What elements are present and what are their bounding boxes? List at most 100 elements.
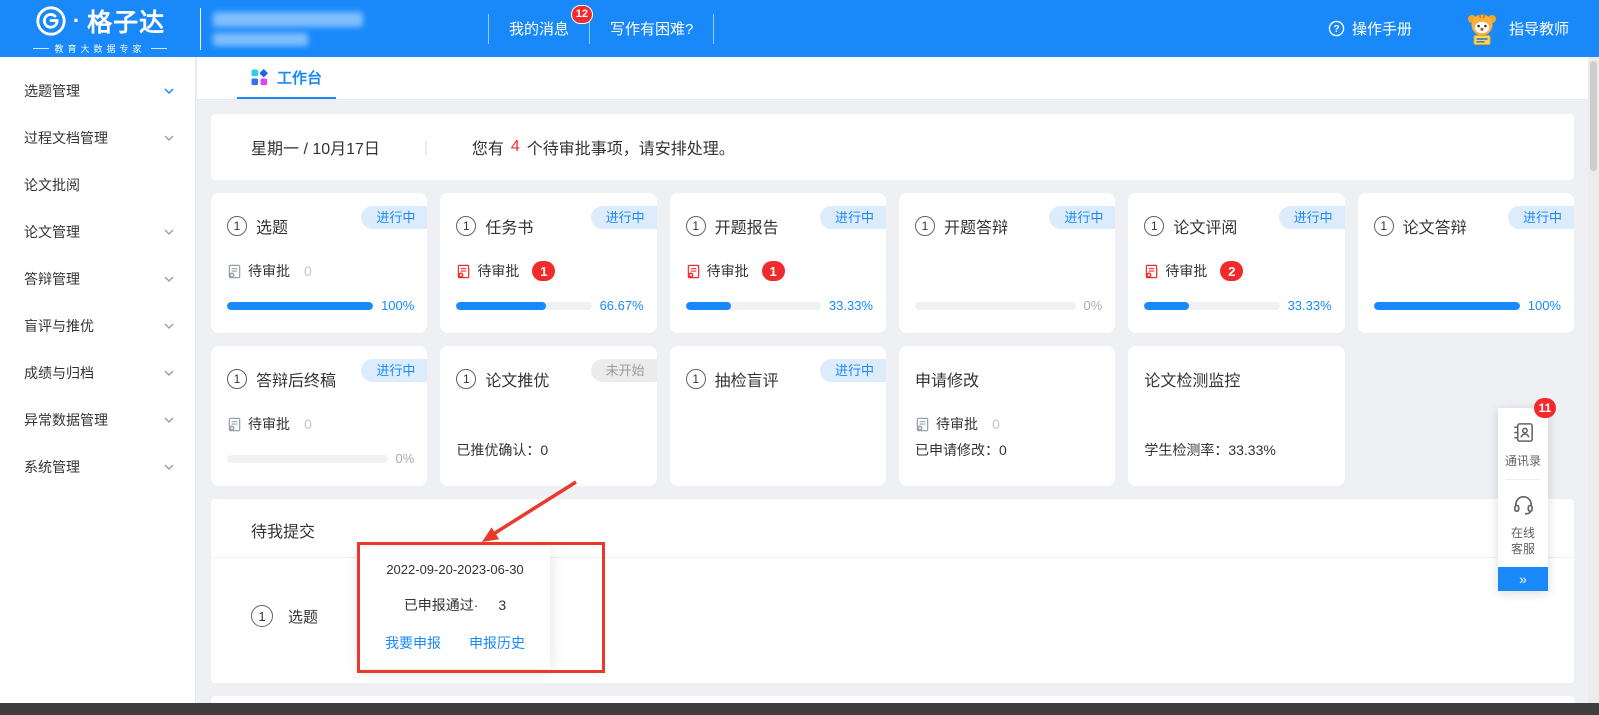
stage-number: 1 [456,369,476,389]
stage-card-11[interactable]: 论文检测监控学生检测率：33.33% [1128,346,1344,486]
document-reject-icon [686,264,701,279]
stage-cards-grid: 进行中1选题待审批0100%进行中1任务书待审批166.67%进行中1开题报告待… [211,193,1574,486]
card-title: 开题报告 [715,214,779,238]
approval-row: 待审批 1 [456,261,640,281]
status-badge: 进行中 [361,206,427,229]
logo-tagline: 教育大数据专家 [33,42,166,55]
stage-number: 1 [1144,216,1164,236]
logo-g-icon [35,5,67,37]
contacts-button[interactable]: 通讯录 [1498,408,1548,479]
card-title: 申请修改 [915,367,979,391]
declare-date-range: 2022-09-20-2023-06-30 [386,562,523,577]
redacted-line [213,33,308,46]
sidebar-item-9[interactable]: 系统管理 [0,443,195,490]
service-label-line1: 在线 [1498,525,1548,541]
approval-count-badge: 1 [762,261,785,281]
tiger-mascot-icon [1464,11,1500,47]
stage-number: 1 [227,369,247,389]
nav-divider [713,14,714,44]
pending-approvals-count: 4 [511,138,520,156]
sidebar-item-7[interactable]: 成绩与归档 [0,349,195,396]
card-extra-text: 学生检测率：33.33% [1144,440,1275,460]
greeting-banner: 星期一 / 10月17日 | 您有 4 个待审批事项，请安排处理。 [211,114,1574,180]
help-circle-icon: ? [1328,20,1345,37]
status-badge: 进行中 [1508,206,1574,229]
online-service-button[interactable]: 在线 客服 [1498,480,1548,567]
stage-number: 1 [1374,216,1394,236]
stage-number: 1 [915,216,935,236]
stage-number: 1 [686,216,706,236]
progress-bar: 33.33% [1144,298,1331,313]
sidebar-item-5[interactable]: 答辩管理 [0,255,195,302]
status-badge: 进行中 [591,206,657,229]
card-title: 任务书 [485,214,533,238]
stage-card-3[interactable]: 进行中1开题报告待审批133.33% [670,193,886,333]
sidebar-item-6[interactable]: 盲评与推优 [0,302,195,349]
card-title: 开题答辩 [944,214,1008,238]
document-reject-icon [227,264,242,279]
stage-card-5[interactable]: 进行中1论文评阅待审批233.33% [1128,193,1344,333]
sidebar-item-1[interactable]: 选题管理 [0,67,195,114]
approval-label: 待审批 [477,261,519,281]
declare-now-link[interactable]: 我要申报 [385,633,441,653]
sidebar-item-label: 盲评与推优 [24,316,94,336]
scrollbar-thumb[interactable] [1590,61,1597,171]
writing-help-link[interactable]: 写作有困难? [610,18,693,39]
stage-card-6[interactable]: 进行中 1 论文答辩 100% [1358,193,1574,333]
declare-history-link[interactable]: 申报历史 [469,633,525,653]
card-extra-text: 已推优确认：0 [456,440,548,460]
logo-separator-dot: · [73,8,81,34]
progress-track [456,302,591,310]
progress-track [227,455,388,463]
sidebar-item-label: 系统管理 [24,457,80,477]
progress-bar: 100% [227,298,414,313]
service-label-line2: 客服 [1498,541,1548,557]
approval-label: 待审批 [1165,261,1207,281]
sidebar-item-label: 论文批阅 [24,175,80,195]
sidebar-item-8[interactable]: 异常数据管理 [0,396,195,443]
progress-bar: 0% [227,451,414,466]
stage-card-1[interactable]: 进行中1选题待审批0100% [211,193,427,333]
writing-help-label: 写作有困难? [610,21,693,38]
teacher-menu[interactable]: 指导教师 [1464,11,1569,47]
topic-declare-popup: 2022-09-20-2023-06-30 已申报通过· 3 我要申报 申报历史 [360,547,550,669]
progress-fill [227,302,373,310]
progress-percent: 33.33% [829,298,873,313]
approval-row: 待审批 1 [686,261,870,281]
workbench-grid-icon [251,69,268,86]
card-title: 论文答辩 [1403,214,1467,238]
tab-workbench[interactable]: 工作台 [237,57,336,99]
approval-count: 0 [304,263,312,279]
greeting-message-suffix: 个待审批事项，请安排处理。 [527,135,735,159]
sidebar-item-label: 成绩与归档 [24,363,94,383]
stage-card-8[interactable]: 未开始1论文推优已推优确认：0 [440,346,656,486]
stage-card-9[interactable]: 进行中1抽检盲评 [670,346,886,486]
stage-card-2[interactable]: 进行中1任务书待审批166.67% [440,193,656,333]
stage-card-7[interactable]: 进行中1答辩后终稿待审批00% [211,346,427,486]
approval-count-badge: 1 [532,261,555,281]
stage-card-4[interactable]: 进行中1开题答辩0% [899,193,1115,333]
pending-item-number: 1 [251,605,273,627]
sidebar-item-3[interactable]: 论文批阅 [0,161,195,208]
approval-label: 待审批 [707,261,749,281]
progress-bar: 100% [1374,298,1561,313]
manual-link[interactable]: ? 操作手册 [1328,18,1412,39]
sidebar-item-2[interactable]: 过程文档管理 [0,114,195,161]
card-title: 答辩后终稿 [256,367,336,391]
collapse-widget-button[interactable]: » [1498,567,1548,591]
sidebar-item-4[interactable]: 论文管理 [0,208,195,255]
redacted-line [213,12,363,27]
progress-fill [686,302,731,310]
logo-title: 格子达 [87,3,165,39]
approval-row: 待审批2 [1144,261,1328,281]
document-reject-icon [1144,264,1159,279]
stage-card-10[interactable]: 申请修改待审批0已申请修改：0 [899,346,1115,486]
sidebar-item-label: 选题管理 [24,81,80,101]
online-service-label: 在线 客服 [1498,525,1548,557]
vertical-scrollbar [1588,57,1599,703]
header-right: ? 操作手册 指导 [1328,11,1599,47]
my-messages-link[interactable]: 我的消息 12 [509,18,569,39]
approved-value: 3 [498,597,506,613]
progress-track [686,302,821,310]
stage-number: 1 [227,216,247,236]
